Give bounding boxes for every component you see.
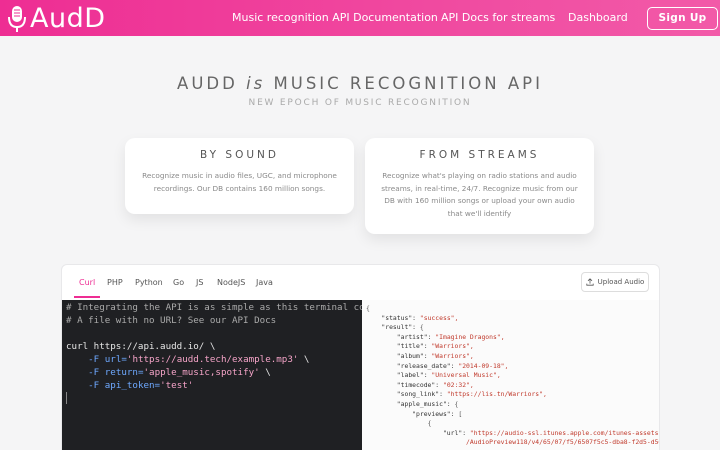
json-key: "song_link": [396, 390, 443, 399]
code-arg-key: return= [104, 367, 144, 378]
code-arg-return: -F return='apple_music,spotify' \ [66, 367, 362, 380]
json-value: "Universal Music", [431, 371, 501, 380]
code-arg-key: api_token= [104, 380, 161, 391]
logo-text: AudD [30, 3, 106, 34]
json-value: "https://lis.tn/Warriors", [446, 390, 547, 399]
json-line: "title": "Warriors", [366, 342, 659, 352]
nav-dashboard[interactable]: Dashboard [568, 11, 628, 24]
json-line: "release_date": "2014-09-18", [366, 361, 659, 372]
json-line: "status": "success", [366, 313, 659, 324]
json-value: "Warriors", [431, 342, 474, 351]
card-by-sound[interactable]: BY SOUND Recognize music in audio files,… [125, 138, 354, 214]
sign-up-button[interactable]: Sign Up [647, 7, 718, 30]
code-arg-value: 'test' [160, 380, 194, 391]
card-text: Recognize what's playing on radio statio… [381, 171, 578, 218]
microphone-icon [8, 5, 26, 32]
json-value: /AudioPreview118/v4/65/07/f5/6507f5c5-db… [466, 438, 660, 447]
card-text: Recognize music in audio files, UGC, and… [142, 171, 337, 193]
json-line: /AudioPreview118/v4/65/07/f5/6507f5c5-db… [366, 438, 660, 448]
json-line: "song_link": "https://lis.tn/Warriors", [366, 390, 659, 400]
code-flag: -F [88, 367, 100, 378]
tab-php[interactable]: PHP [107, 278, 123, 287]
code-arg-value: 'apple_music,spotify' [143, 367, 260, 378]
code-flag: -F [88, 380, 100, 391]
json-line: "artist": "Imagine Dragons", [366, 332, 659, 343]
upload-audio-label: Upload Audio [597, 278, 645, 286]
json-response-block[interactable]: { "status": "success", "result": { "arti… [362, 300, 660, 450]
json-line: "timecode": "02:32", [366, 380, 659, 391]
hero-title-start: AUDD [177, 74, 247, 93]
terminal-code-block[interactable]: # Integrating the API is as simple as th… [62, 300, 393, 450]
code-arg-token: -F api_token='test' [66, 380, 362, 393]
code-line-continuation: \ [298, 354, 310, 365]
json-line: "previews": [ [366, 409, 659, 420]
json-line: "label": "Universal Music", [366, 371, 659, 381]
card-title: FROM STREAMS [419, 149, 540, 161]
json-line: { [366, 304, 370, 312]
code-line-continuation: \ [259, 367, 271, 378]
card-from-streams[interactable]: FROM STREAMS Recognize what's playing on… [365, 138, 594, 234]
code-arg-key: url= [104, 354, 127, 365]
tab-python[interactable]: Python [135, 278, 163, 287]
json-key: "title": [396, 342, 428, 351]
card-title: BY SOUND [200, 149, 279, 161]
tab-go[interactable]: Go [173, 278, 184, 287]
json-key: "release_date": [396, 361, 455, 370]
nav-stream-docs[interactable]: API Docs for streams [441, 11, 555, 24]
upload-audio-button[interactable]: Upload Audio [581, 272, 649, 292]
json-value: "Warriors", [431, 351, 474, 360]
json-value: "Imagine Dragons", [435, 332, 505, 341]
hero-title: AUDD is MUSIC RECOGNITION API [0, 74, 720, 93]
tab-java[interactable]: Java [256, 278, 273, 287]
json-punc: { [419, 323, 424, 332]
code-comment: # Integrating the API is as simple as th… [66, 302, 393, 313]
active-tab-indicator [74, 296, 100, 298]
code-flag: -F [88, 354, 100, 365]
code-comment: # A file with no URL? See our API Docs [66, 315, 277, 326]
json-punc: [ [458, 409, 463, 418]
json-key: "status": [381, 313, 417, 322]
json-key: "label": [396, 371, 428, 380]
json-key: "album": [396, 351, 428, 360]
tab-js[interactable]: JS [196, 278, 203, 287]
json-line: { [366, 419, 659, 429]
tab-nodejs[interactable]: NodeJS [217, 278, 245, 287]
nav-api-docs[interactable]: Music recognition API Documentation [232, 11, 438, 24]
json-key: "previews": [412, 409, 455, 418]
json-line: "url": "https://audio-ssl.itunes.apple.c… [366, 428, 659, 439]
json-value: "success", [419, 313, 459, 322]
tab-curl[interactable]: Curl [79, 278, 95, 287]
json-key: "url": [442, 428, 467, 437]
code-curl-command: curl https://api.audd.io/ \ [66, 341, 216, 352]
json-line: "apple_music": { [366, 399, 659, 410]
code-arg-value: 'https://audd.tech/example.mp3' [126, 354, 299, 365]
language-tabs: Curl PHP Python Go JS NodeJS Java Upload… [62, 265, 659, 300]
json-key: "result": [381, 323, 417, 332]
json-line: "album": "Warriors", [366, 351, 659, 362]
audd-logo[interactable]: AudD [6, 3, 106, 34]
json-value: "https://audio-ssl.itunes.apple.com/itun… [469, 428, 659, 437]
hero-title-end: MUSIC RECOGNITION API [265, 74, 543, 93]
json-value: "2014-09-18", [458, 361, 509, 370]
text-cursor [66, 392, 67, 404]
code-arg-url: -F url='https://audd.tech/example.mp3' \ [66, 354, 362, 367]
json-punc: { [454, 399, 459, 408]
hero-subtitle: NEW EPOCH OF MUSIC RECOGNITION [248, 98, 472, 108]
json-key: "timecode": [396, 380, 440, 389]
code-example-panel: Curl PHP Python Go JS NodeJS Java Upload… [61, 264, 660, 450]
hero-title-is: is [246, 74, 266, 93]
json-line: "result": { [366, 323, 659, 333]
json-key: "artist": [396, 332, 432, 341]
json-value: "02:32", [442, 380, 474, 389]
top-nav-bar: AudD Music recognition API Documentation… [0, 0, 720, 36]
upload-icon [586, 278, 594, 286]
json-punc: { [427, 419, 432, 428]
json-key: "apple_music": [396, 399, 451, 408]
